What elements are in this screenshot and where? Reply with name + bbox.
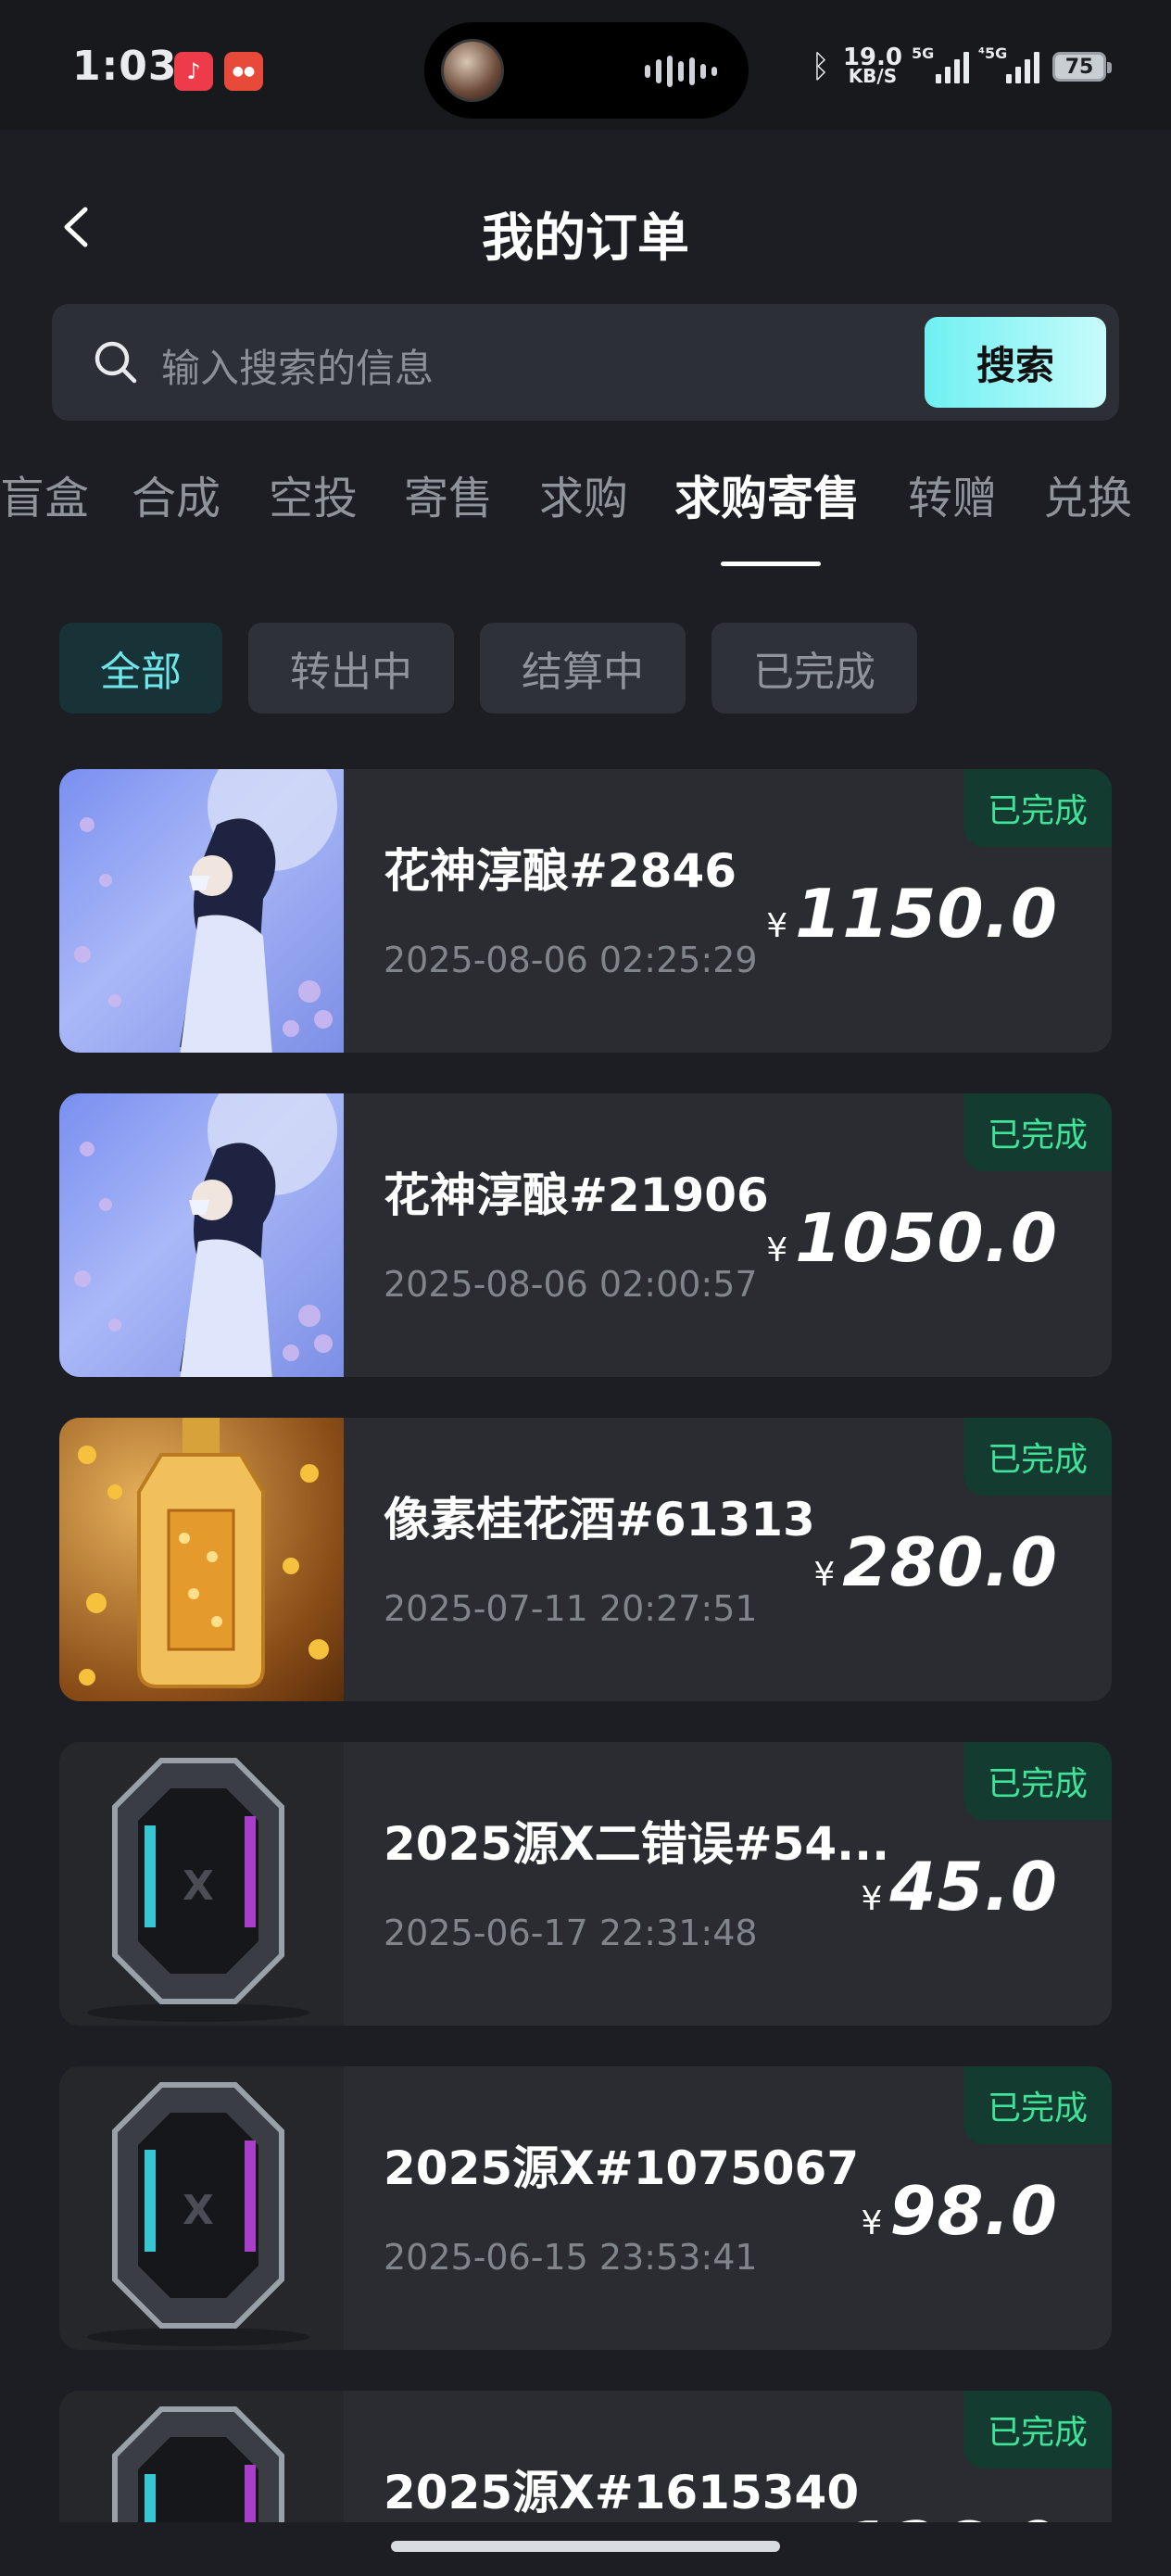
order-name: 像素桂花酒#61313 <box>384 1493 815 1547</box>
tab-consign[interactable]: 寄售 <box>404 461 493 526</box>
tab-exchange[interactable]: 兑换 <box>1043 461 1132 526</box>
hexagon-device-thumbnail: X <box>59 2066 344 2350</box>
order-price: ¥1150.0 <box>766 875 1058 953</box>
price-amount: 1150.0 <box>795 875 1058 953</box>
tab-blindbox[interactable]: 盲盒 <box>0 461 89 526</box>
svg-text:X: X <box>183 2187 214 2234</box>
filter-settling[interactable]: 结算中 <box>480 623 686 713</box>
system-icons: ᛒ 19.0 KB/S 5G ⁴5G 75 <box>811 44 1112 87</box>
order-name: 花神淳酿#2846 <box>384 844 737 898</box>
tab-airdrop[interactable]: 空投 <box>269 461 358 526</box>
currency-symbol: ¥ <box>861 1880 883 1918</box>
tab-wanted[interactable]: 求购 <box>539 461 628 526</box>
order-price: ¥280.0 <box>813 1523 1058 1601</box>
status-badge: 已完成 <box>963 2391 1112 2469</box>
tab-wanted-consign[interactable]: 求购寄售 <box>674 461 860 528</box>
dynamic-island[interactable] <box>424 22 749 119</box>
status-bar: 1:03 ♪ ●● ᛒ 19.0 KB/S 5G ⁴5G 75 <box>0 0 1171 130</box>
page-header: 我的订单 <box>0 130 1171 297</box>
tab-gift[interactable]: 转赠 <box>908 461 997 526</box>
signal2-icon: ⁴5G <box>978 44 1039 83</box>
osmanthus-wine-bottle-thumbnail <box>59 1418 344 1701</box>
order-price: ¥1050.0 <box>766 1199 1058 1277</box>
price-amount: 45.0 <box>889 1848 1058 1926</box>
page-title: 我的订单 <box>482 208 689 269</box>
currency-symbol: ¥ <box>766 1231 788 1269</box>
hexagon-device-thumbnail: X <box>59 1742 344 2026</box>
tab-synthesis[interactable]: 合成 <box>132 461 220 526</box>
svg-text:X: X <box>183 1863 214 1910</box>
net-speed-unit: KB/S <box>848 65 898 87</box>
order-date: 2025-08-06 02:25:29 <box>384 940 758 980</box>
clock: 1:03 <box>72 43 178 90</box>
sig2-label: ⁴5G <box>978 44 1008 62</box>
search-icon <box>94 341 137 384</box>
status-badge: 已完成 <box>963 2066 1112 2144</box>
order-card[interactable]: X 已完成 2025源X二错误#54... 2025-06-17 22:31:4… <box>59 1742 1112 2026</box>
filter-transferring[interactable]: 转出中 <box>248 623 454 713</box>
order-card[interactable]: 已完成 像素桂花酒#61313 2025-07-11 20:27:51 ¥280… <box>59 1418 1112 1701</box>
active-tab-indicator <box>721 562 821 566</box>
search-bar[interactable]: 输入搜索的信息 搜索 <box>52 304 1119 421</box>
order-date: 2025-08-06 02:00:57 <box>384 1264 758 1305</box>
status-badge: 已完成 <box>963 1418 1112 1496</box>
audio-wave-icon <box>645 56 717 87</box>
order-card[interactable]: X 已完成 2025源X#1075067 2025-06-15 23:53:41… <box>59 2066 1112 2350</box>
price-amount: 280.0 <box>842 1523 1058 1601</box>
currency-symbol: ¥ <box>861 2204 883 2242</box>
sig1-label: 5G <box>912 44 935 62</box>
status-badge: 已完成 <box>963 1093 1112 1171</box>
currency-symbol: ¥ <box>766 907 788 945</box>
order-price: ¥45.0 <box>861 1848 1058 1926</box>
filter-completed[interactable]: 已完成 <box>711 623 917 713</box>
order-name: 2025源X二错误#54... <box>384 1817 890 1871</box>
status-filters: 全部 转出中 结算中 已完成 <box>59 623 917 713</box>
currency-symbol: ¥ <box>813 1556 836 1594</box>
search-button[interactable]: 搜索 <box>925 317 1106 408</box>
search-input[interactable]: 输入搜索的信息 <box>161 337 434 394</box>
filter-all[interactable]: 全部 <box>59 623 222 713</box>
lady-with-cup-thumbnail <box>59 769 344 1053</box>
notification-app-icon: ●● <box>224 52 263 91</box>
order-card[interactable]: 已完成 花神淳酿#2846 2025-08-06 02:25:29 ¥1150.… <box>59 769 1112 1053</box>
status-badge: 已完成 <box>963 1742 1112 1820</box>
order-name: 花神淳酿#21906 <box>384 1168 769 1222</box>
battery-icon: 75 <box>1052 52 1112 82</box>
network-speed: 19.0 KB/S <box>842 44 902 87</box>
lady-with-cup-thumbnail <box>59 1093 344 1377</box>
order-card[interactable]: 已完成 花神淳酿#21906 2025-08-06 02:00:57 ¥1050… <box>59 1093 1112 1377</box>
price-amount: 1050.0 <box>795 1199 1058 1277</box>
order-date: 2025-06-17 22:31:48 <box>384 1913 758 1953</box>
net-speed-value: 19.0 <box>842 44 902 71</box>
bluetooth-icon: ᛒ <box>811 48 830 85</box>
price-amount: 98.0 <box>889 2172 1058 2250</box>
status-badge: 已完成 <box>963 769 1112 847</box>
music-app-icon: ♪ <box>174 52 213 91</box>
signal-icon: 5G <box>912 44 969 83</box>
order-price: ¥98.0 <box>861 2172 1058 2250</box>
order-name: 2025源X#1615340 <box>384 2466 860 2519</box>
album-art-icon <box>441 39 504 102</box>
order-date: 2025-06-15 23:53:41 <box>384 2237 758 2278</box>
order-date: 2025-07-11 20:27:51 <box>384 1588 758 1629</box>
category-tabs: 盲盒 合成 空投 寄售 求购 求购寄售 转赠 兑换 <box>0 461 1171 526</box>
order-name: 2025源X#1075067 <box>384 2141 860 2195</box>
home-indicator[interactable] <box>391 2541 780 2552</box>
